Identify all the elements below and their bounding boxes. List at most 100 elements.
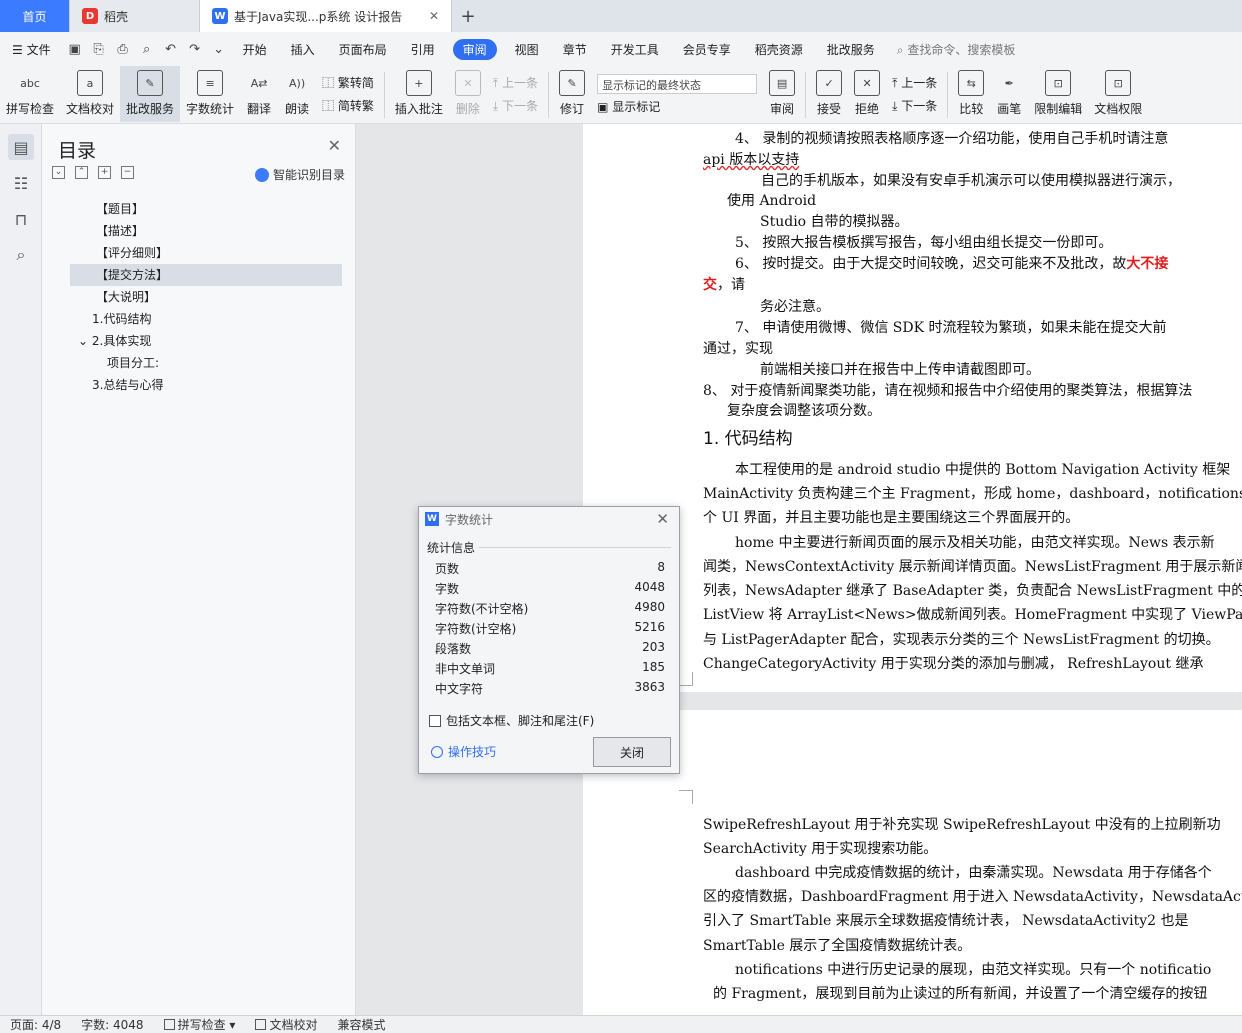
search-icon[interactable]: ⌕ xyxy=(8,242,34,268)
close-icon[interactable]: ✕ xyxy=(656,510,669,528)
preview-icon[interactable]: ⌕ xyxy=(135,42,159,57)
document-page[interactable]: 4、 录制的视频请按照表格顺序逐一介绍功能，使用自己手机时请注意 api 版本以… xyxy=(583,124,1242,692)
undo-icon[interactable]: ↶ xyxy=(159,42,183,57)
word-count-indicator[interactable]: 字数: 4048 xyxy=(71,1016,153,1033)
doc-permission-button[interactable]: ⊡ 文档权限 xyxy=(1088,66,1148,122)
tips-link[interactable]: 操作技巧 xyxy=(431,743,496,760)
reject-button[interactable]: ✕ 拒绝 xyxy=(848,66,886,122)
tab-home[interactable]: 首页 xyxy=(0,0,70,32)
close-button[interactable]: 关闭 xyxy=(593,737,671,767)
close-icon[interactable]: ✕ xyxy=(328,136,341,155)
print-icon[interactable]: ⎙ xyxy=(111,42,135,57)
divider xyxy=(383,72,385,118)
tab-daoke[interactable]: D 稻壳 xyxy=(70,0,200,32)
toc-item-expandable[interactable]: ⌄ 2.具体实现 xyxy=(70,330,342,352)
document-page[interactable]: SwipeRefreshLayout 用于补充实现 SwipeRefreshLa… xyxy=(583,710,1242,1015)
toc-list: 【题目】 【描述】 【评分细则】 【提交方法】 【大说明】 1.代码结构 ⌄ 2… xyxy=(70,198,342,396)
tab-document[interactable]: W 基于Java实现...p系统 设计报告 ✕ xyxy=(200,0,452,32)
section-heading: 1. 代码结构 xyxy=(703,429,793,449)
prev-change-button[interactable]: ⤒ 上一条 xyxy=(892,74,937,91)
include-textbox-checkbox[interactable]: 包括文本框、脚注和尾注(F) xyxy=(429,712,594,729)
menu-review[interactable]: 审阅 xyxy=(452,38,497,60)
new-tab-button[interactable]: + xyxy=(452,0,484,32)
doc-line: notifications 中进行历史记录的展现，由范文祥实现。只有一个 not… xyxy=(735,962,1212,978)
bookmark-icon[interactable]: ⊓ xyxy=(8,206,34,232)
close-icon[interactable]: ✕ xyxy=(429,9,439,23)
toc-item[interactable]: 【大说明】 xyxy=(70,286,342,308)
doc-proof-toggle[interactable]: 文档校对 xyxy=(245,1016,327,1033)
doc-line: api 版本以支持 xyxy=(703,152,800,168)
divider xyxy=(548,72,550,118)
collapse-icon[interactable]: ⌃ xyxy=(75,166,88,179)
prev-comment-button[interactable]: ⤒ 上一条 xyxy=(493,74,538,91)
toc-item[interactable]: 【描述】 xyxy=(70,220,342,242)
next-comment-button[interactable]: ⤓ 下一条 xyxy=(493,97,538,114)
smart-toc-button[interactable]: 智能识别目录 xyxy=(254,166,345,183)
menu-chapter[interactable]: 章节 xyxy=(551,41,599,58)
pen-button[interactable]: ✒ 画笔 xyxy=(990,66,1028,122)
save-icon[interactable]: ▣ xyxy=(63,42,87,57)
menu-layout[interactable]: 页面布局 xyxy=(327,41,399,58)
doc-line: SearchActivity 用于实现搜索功能。 xyxy=(703,841,938,857)
track-changes-button[interactable]: ✎ 修订 xyxy=(553,66,591,122)
expand-icon[interactable]: ⌄ xyxy=(52,166,65,179)
delete-comment-button[interactable]: ✕ 删除 xyxy=(449,66,487,122)
chevron-down-icon[interactable]: ⌄ xyxy=(78,334,88,348)
file-menu[interactable]: ☰ 文件 xyxy=(0,41,63,58)
stats-row: 非中文单词 185 xyxy=(435,660,665,676)
insert-comment-button[interactable]: + 插入批注 xyxy=(389,66,449,122)
review-service-button[interactable]: ✎ 批改服务 xyxy=(120,66,181,122)
accept-icon: ✓ xyxy=(816,70,843,96)
track-changes-icon: ✎ xyxy=(559,70,586,96)
permission-icon: ⊡ xyxy=(1105,70,1132,96)
redo-icon[interactable]: ↷ xyxy=(183,42,207,57)
daoke-icon: D xyxy=(82,8,98,24)
markup-mode-select[interactable]: 显示标记的最终状态 xyxy=(597,73,758,94)
review-pane-button[interactable]: ▤ 审阅 xyxy=(763,66,801,122)
spell-check-button[interactable]: abc 拼写检查 xyxy=(0,66,60,122)
toc-item[interactable]: 3.总结与心得 xyxy=(70,374,342,396)
outline-icon[interactable]: ☷ xyxy=(8,170,34,196)
change-nav-group: ⤒ 上一条 ⤓ 下一条 xyxy=(886,66,943,122)
toc-item[interactable]: 【题目】 xyxy=(70,198,342,220)
simp-to-trad-button[interactable]: ⿰ 简转繁 xyxy=(322,97,374,114)
menu-devtools[interactable]: 开发工具 xyxy=(599,41,671,58)
next-change-button[interactable]: ⤓ 下一条 xyxy=(892,97,937,114)
spell-check-toggle[interactable]: 拼写检查 ▾ xyxy=(154,1016,246,1033)
translate-button[interactable]: A⇄ 翻译 xyxy=(240,66,278,122)
chevron-down-icon[interactable]: ⌄ xyxy=(207,42,231,57)
toc-item-selected[interactable]: 【提交方法】 xyxy=(70,264,342,286)
read-aloud-button[interactable]: A)) 朗读 xyxy=(278,66,316,122)
trad-to-simp-button[interactable]: ⿰ 繁转简 xyxy=(322,74,374,91)
menu-review-service[interactable]: 批改服务 xyxy=(815,41,887,58)
menu-resources[interactable]: 稻壳资源 xyxy=(743,41,815,58)
toc-item[interactable]: 项目分工: xyxy=(70,352,342,374)
menu-reference[interactable]: 引用 xyxy=(399,41,447,58)
word-count-button[interactable]: ≡ 字数统计 xyxy=(180,66,240,122)
menu-view[interactable]: 视图 xyxy=(503,41,551,58)
markup-group: 显示标记的最终状态 ▣ 显示标记 xyxy=(591,66,763,122)
menu-insert[interactable]: 插入 xyxy=(279,41,327,58)
page-indicator[interactable]: 页面: 4/8 xyxy=(0,1016,71,1033)
remove-icon[interactable]: − xyxy=(121,166,134,179)
doc-line: 复杂度会调整该项分数。 xyxy=(727,403,881,419)
toc-icon[interactable]: ▤ xyxy=(8,134,34,160)
menu-member[interactable]: 会员专享 xyxy=(671,41,743,58)
toc-item[interactable]: 【评分细则】 xyxy=(70,242,342,264)
reject-icon: ✕ xyxy=(854,70,881,96)
doc-line: 区的疫情数据，DashboardFragment 用于进入 NewsdataAc… xyxy=(703,889,1242,905)
menu-start[interactable]: 开始 xyxy=(231,41,279,58)
toc-item[interactable]: 1.代码结构 xyxy=(70,308,342,330)
add-icon[interactable]: + xyxy=(98,166,111,179)
export-icon[interactable]: ⎘ xyxy=(87,42,111,57)
translate-icon: A⇄ xyxy=(250,76,268,90)
accept-button[interactable]: ✓ 接受 xyxy=(810,66,848,122)
divider xyxy=(805,72,807,118)
toc-title: 目录 xyxy=(58,140,97,162)
doc-proof-button[interactable]: a 文档校对 xyxy=(60,66,120,122)
show-markup-button[interactable]: ▣ 显示标记 xyxy=(597,98,757,115)
command-search[interactable]: ⌕ 查找命令、搜索模板 xyxy=(897,41,1016,58)
restrict-edit-button[interactable]: ⊡ 限制编辑 xyxy=(1028,66,1088,122)
compare-button[interactable]: ⇆ 比较 xyxy=(952,66,990,122)
doc-line: 自己的手机版本，如果没有安卓手机演示可以使用模拟器进行演示， xyxy=(761,173,1181,189)
